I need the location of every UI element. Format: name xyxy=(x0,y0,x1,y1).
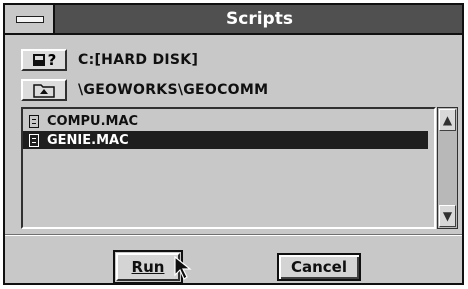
run-button-label: Run xyxy=(131,258,165,276)
cancel-button-label: Cancel xyxy=(290,258,347,276)
drive-button-label: ? xyxy=(47,51,57,69)
folder-up-icon xyxy=(33,84,55,98)
vertical-scrollbar[interactable]: ▲ ▼ xyxy=(437,107,458,229)
scroll-up-arrow-icon[interactable]: ▲ xyxy=(439,109,456,131)
scroll-down-arrow-icon[interactable]: ▼ xyxy=(439,205,456,227)
title-bar: Scripts xyxy=(5,5,462,35)
drive-path: C:[HARD DISK] xyxy=(78,52,199,68)
divider-highlight xyxy=(5,235,462,236)
list-item-selected[interactable]: GENIE.MAC xyxy=(23,131,428,149)
system-menu-icon xyxy=(16,16,44,23)
file-icon xyxy=(29,114,39,128)
folder-path: \GEOWORKS\GEOCOMM xyxy=(78,82,269,98)
cancel-button[interactable]: Cancel xyxy=(277,253,361,281)
file-name: COMPU.MAC xyxy=(47,113,139,129)
scripts-dialog: Scripts ? C:[HARD DISK] \GEOWORKS\GEOCOM… xyxy=(3,3,464,285)
list-item[interactable]: COMPU.MAC xyxy=(23,112,428,130)
run-button[interactable]: Run xyxy=(116,253,180,281)
file-name: GENIE.MAC xyxy=(47,132,129,148)
system-menu-button[interactable] xyxy=(5,5,55,33)
drive-icon xyxy=(32,54,45,66)
file-list[interactable]: COMPU.MAC GENIE.MAC xyxy=(21,107,436,229)
window-title: Scripts xyxy=(226,9,293,29)
change-drive-button[interactable]: ? xyxy=(21,49,67,71)
mouse-pointer-icon xyxy=(174,255,192,280)
parent-folder-button[interactable] xyxy=(21,79,67,101)
file-icon xyxy=(29,133,39,147)
